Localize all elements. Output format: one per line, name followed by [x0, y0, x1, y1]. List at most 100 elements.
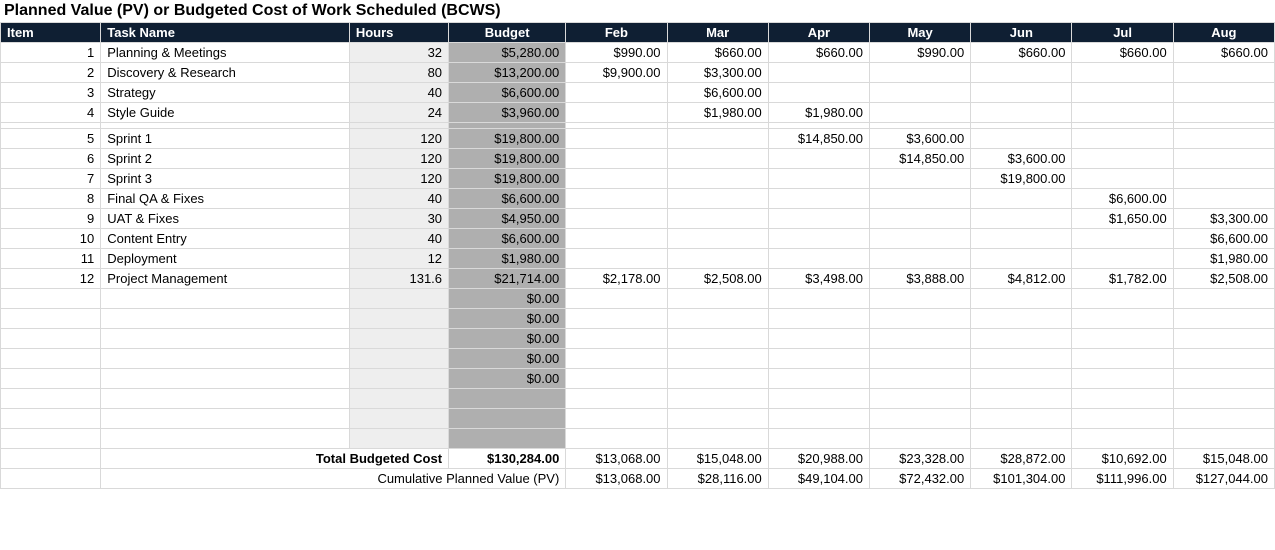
cell-month[interactable] — [971, 249, 1072, 269]
cell-hours[interactable] — [349, 309, 448, 329]
cell-month[interactable] — [870, 409, 971, 429]
cell-item[interactable] — [1, 429, 101, 449]
cell-month[interactable] — [667, 349, 768, 369]
cell-budget[interactable] — [449, 409, 566, 429]
cell-hours[interactable]: 30 — [349, 209, 448, 229]
cell-month[interactable] — [1173, 309, 1274, 329]
cell-month[interactable] — [1072, 429, 1173, 449]
cell-item[interactable]: 4 — [1, 103, 101, 123]
cell-task[interactable]: Sprint 1 — [101, 129, 350, 149]
cell-month[interactable] — [667, 149, 768, 169]
cell-task[interactable]: Final QA & Fixes — [101, 189, 350, 209]
cell-month[interactable] — [971, 209, 1072, 229]
cell-month[interactable] — [1173, 129, 1274, 149]
cell-month[interactable] — [566, 289, 667, 309]
cell-item[interactable] — [1, 309, 101, 329]
cell-budget[interactable]: $19,800.00 — [449, 149, 566, 169]
cell-month[interactable] — [1173, 149, 1274, 169]
cell-month[interactable]: $990.00 — [566, 43, 667, 63]
cell-hours[interactable]: 12 — [349, 249, 448, 269]
cell-month[interactable]: $660.00 — [667, 43, 768, 63]
cell-month[interactable] — [667, 329, 768, 349]
cell-month[interactable] — [667, 249, 768, 269]
cell-budget[interactable]: $19,800.00 — [449, 129, 566, 149]
cell-month[interactable] — [566, 409, 667, 429]
cell-month[interactable] — [1173, 329, 1274, 349]
table-row[interactable]: 2Discovery & Research80$13,200.00$9,900.… — [1, 63, 1275, 83]
cell-item[interactable]: 12 — [1, 269, 101, 289]
table-row[interactable]: 5Sprint 1120$19,800.00$14,850.00$3,600.0… — [1, 129, 1275, 149]
cell-month[interactable] — [971, 369, 1072, 389]
cell-month[interactable]: $3,300.00 — [1173, 209, 1274, 229]
cell-month[interactable] — [1173, 349, 1274, 369]
table-row[interactable]: 12Project Management131.6$21,714.00$2,17… — [1, 269, 1275, 289]
cell-month[interactable] — [667, 169, 768, 189]
cell-month[interactable]: $19,800.00 — [971, 169, 1072, 189]
cell-hours[interactable] — [349, 289, 448, 309]
cell-month[interactable]: $990.00 — [870, 43, 971, 63]
cell-month[interactable] — [1173, 103, 1274, 123]
cell-task[interactable]: Deployment — [101, 249, 350, 269]
cell-item[interactable]: 2 — [1, 63, 101, 83]
cell-item[interactable]: 11 — [1, 249, 101, 269]
cell-month[interactable] — [566, 83, 667, 103]
cell-hours[interactable]: 120 — [349, 129, 448, 149]
cell-month[interactable] — [667, 129, 768, 149]
cell-month[interactable] — [1072, 329, 1173, 349]
cell-budget[interactable]: $0.00 — [449, 309, 566, 329]
cell-month[interactable] — [1173, 369, 1274, 389]
cell-month[interactable] — [667, 289, 768, 309]
cell-month[interactable] — [768, 369, 869, 389]
cell-hours[interactable]: 120 — [349, 169, 448, 189]
table-row[interactable]: $0.00 — [1, 369, 1275, 389]
cell-hours[interactable] — [349, 429, 448, 449]
cell-month[interactable] — [971, 289, 1072, 309]
cell-month[interactable] — [566, 369, 667, 389]
cell-hours[interactable]: 80 — [349, 63, 448, 83]
cell-month[interactable] — [768, 409, 869, 429]
table-row[interactable]: 8Final QA & Fixes40$6,600.00$6,600.00 — [1, 189, 1275, 209]
table-row[interactable]: 10Content Entry40$6,600.00$6,600.00 — [1, 229, 1275, 249]
cell-budget[interactable]: $6,600.00 — [449, 229, 566, 249]
cell-month[interactable] — [1173, 409, 1274, 429]
cell-month[interactable] — [1072, 169, 1173, 189]
cell-month[interactable]: $14,850.00 — [870, 149, 971, 169]
cell-month[interactable] — [566, 129, 667, 149]
table-row[interactable]: 9UAT & Fixes30$4,950.00$1,650.00$3,300.0… — [1, 209, 1275, 229]
cell-month[interactable] — [566, 229, 667, 249]
cell-month[interactable] — [1173, 429, 1274, 449]
cell-item[interactable]: 10 — [1, 229, 101, 249]
cell-month[interactable] — [667, 389, 768, 409]
cell-month[interactable] — [768, 309, 869, 329]
cell-month[interactable] — [870, 103, 971, 123]
cell-month[interactable]: $1,980.00 — [667, 103, 768, 123]
cell-month[interactable] — [566, 429, 667, 449]
cell-month[interactable] — [971, 329, 1072, 349]
cell-month[interactable] — [870, 189, 971, 209]
cell-hours[interactable] — [349, 409, 448, 429]
cell-hours[interactable]: 32 — [349, 43, 448, 63]
cell-budget[interactable]: $1,980.00 — [449, 249, 566, 269]
cell-item[interactable] — [1, 369, 101, 389]
table-row[interactable]: 7Sprint 3120$19,800.00$19,800.00 — [1, 169, 1275, 189]
cell-hours[interactable]: 40 — [349, 83, 448, 103]
cell-budget[interactable]: $19,800.00 — [449, 169, 566, 189]
cell-month[interactable] — [768, 209, 869, 229]
cell-month[interactable] — [870, 329, 971, 349]
cell-hours[interactable]: 24 — [349, 103, 448, 123]
cell-month[interactable] — [768, 63, 869, 83]
table-row[interactable]: 3Strategy40$6,600.00$6,600.00 — [1, 83, 1275, 103]
cell-month[interactable]: $6,600.00 — [1173, 229, 1274, 249]
cell-month[interactable] — [566, 169, 667, 189]
cell-budget[interactable] — [449, 429, 566, 449]
cell-month[interactable]: $3,498.00 — [768, 269, 869, 289]
cell-item[interactable] — [1, 409, 101, 429]
cell-month[interactable] — [667, 369, 768, 389]
cell-task[interactable] — [101, 369, 350, 389]
cell-task[interactable] — [101, 309, 350, 329]
cell-month[interactable] — [1072, 289, 1173, 309]
cell-month[interactable] — [870, 169, 971, 189]
cell-month[interactable] — [971, 429, 1072, 449]
cell-budget[interactable]: $0.00 — [449, 289, 566, 309]
cell-hours[interactable]: 40 — [349, 229, 448, 249]
